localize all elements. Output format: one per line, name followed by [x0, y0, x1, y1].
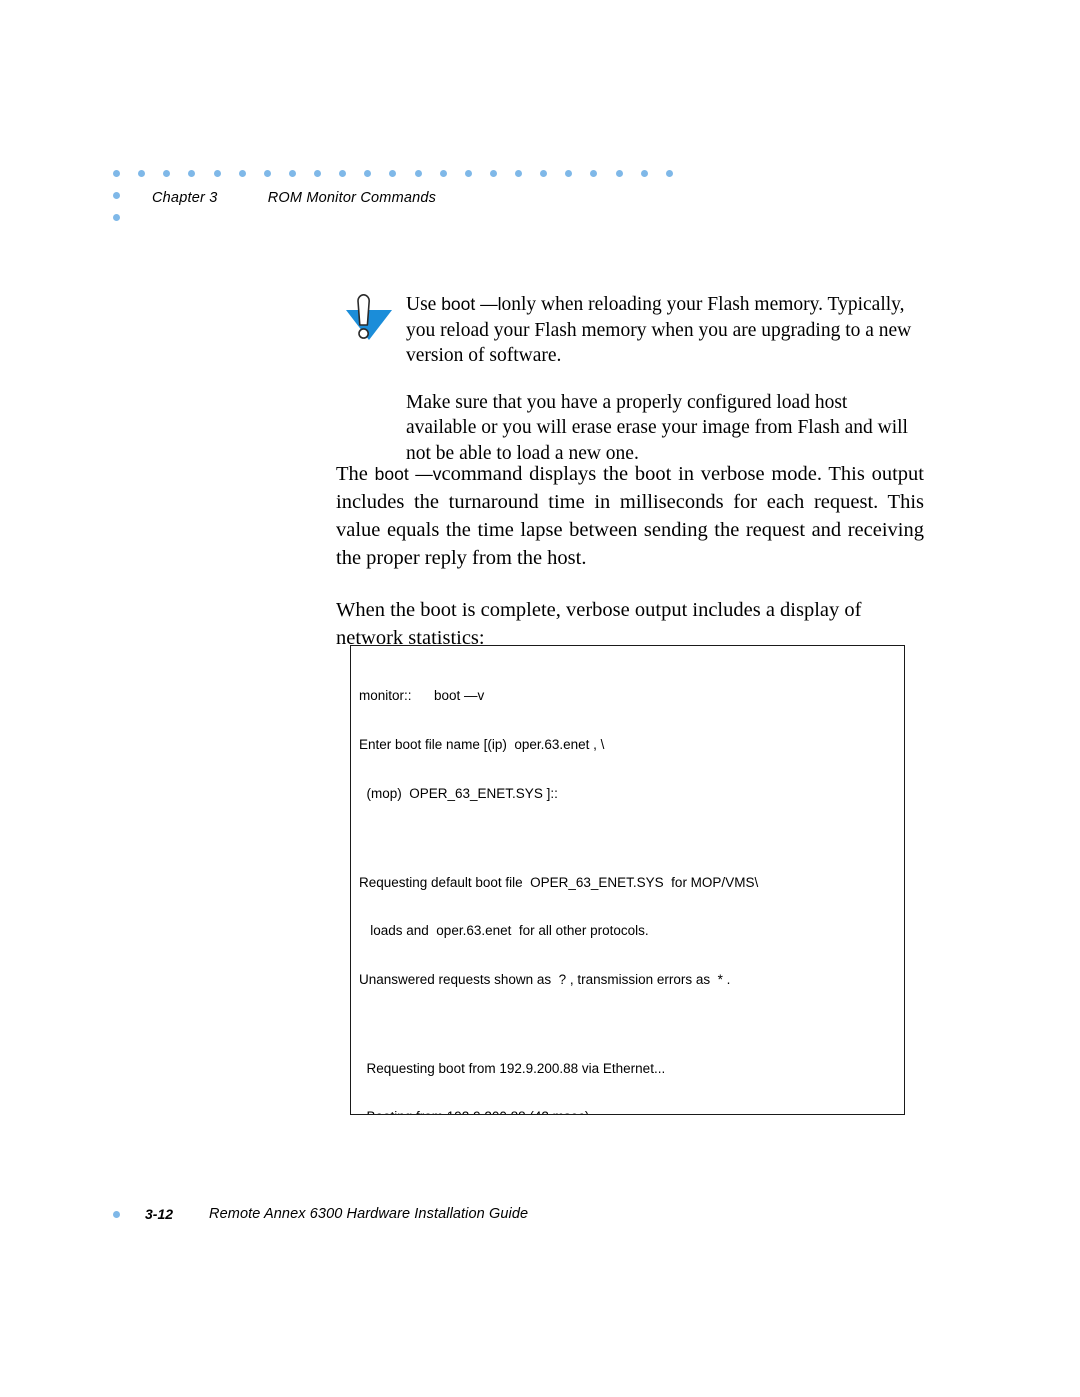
paragraph-verbose-mode: The boot —vcommand displays the boot in …: [336, 460, 924, 572]
header-dot: [414, 169, 422, 177]
header-dot: [138, 169, 146, 177]
header-dot: [339, 169, 347, 177]
header-dot: [163, 169, 171, 177]
chapter-title: ROM Monitor Commands: [267, 190, 437, 206]
header-dot: [238, 169, 246, 177]
warning-triangle-exclamation-icon: [336, 292, 398, 354]
header-dot: [464, 169, 472, 177]
paragraph-network-statistics: When the boot is complete, verbose outpu…: [336, 599, 862, 649]
warning-note-block: Use boot —lonly when reloading your Flas…: [336, 292, 916, 487]
terminal-line: Enter boot file name [(ip) oper.63.enet …: [359, 737, 605, 753]
header-dot: [665, 169, 673, 177]
warning-note-text: Use boot —lonly when reloading your Flas…: [406, 292, 916, 466]
chapter-label: Chapter 3: [152, 190, 218, 206]
terminal-line: (mop) OPER_63_ENET.SYS ]::: [359, 785, 558, 801]
header-dot: [288, 169, 296, 177]
body-paragraphs: The boot —vcommand displays the boot in …: [336, 460, 924, 676]
terminal-line: monitor:: boot —v: [359, 688, 485, 704]
note-paragraph-2: Make sure that you have a properly confi…: [406, 391, 908, 464]
header-dot: [113, 169, 120, 177]
page-footer: 3-12 Remote Annex 6300 Hardware Installa…: [113, 1206, 528, 1222]
header-dot: [640, 169, 648, 177]
note-p1-command: boot —l: [441, 294, 502, 314]
header-dot: [263, 169, 271, 177]
header-dot: [188, 169, 196, 177]
terminal-line: Requesting default boot file OPER_63_ENE…: [359, 874, 759, 890]
verbose-command: boot —v: [374, 464, 442, 484]
header-dot: [565, 169, 573, 177]
footer-dot: [113, 1210, 120, 1218]
terminal-output-text: monitor:: boot —v Enter boot file name […: [351, 646, 904, 1114]
header-dot: [213, 169, 221, 177]
header-side-dot: [113, 214, 120, 221]
note-p1-pre: Use: [406, 294, 442, 315]
header-side-dot: [113, 192, 120, 199]
page-number: 3-12: [145, 1206, 174, 1222]
header-dot: [489, 169, 497, 177]
book-title: Remote Annex 6300 Hardware Installation …: [209, 1206, 529, 1222]
header-dot: [515, 169, 522, 177]
header-dot: [590, 169, 598, 177]
header-dot: [540, 169, 548, 177]
terminal-output-box: monitor:: boot —v Enter boot file name […: [350, 645, 905, 1115]
header-dot: [615, 169, 623, 177]
note-paragraph-1: Use boot —lonly when reloading your Flas…: [406, 292, 916, 369]
header-dot: [314, 169, 321, 177]
breadcrumb: Chapter 3 ROM Monitor Commands: [152, 190, 436, 206]
header-dot: [364, 169, 372, 177]
header-dot-rule: [113, 168, 673, 178]
header-dot: [389, 169, 397, 177]
terminal-line: Booting from 192.9.200.88 (42 msec): [359, 1109, 904, 1114]
terminal-line: Unanswered requests shown as ? , transmi…: [359, 971, 731, 987]
terminal-line: Requesting boot from 192.9.200.88 via Et…: [359, 1060, 666, 1076]
terminal-line: loads and oper.63.enet for all other pro…: [359, 923, 649, 939]
header-dot: [439, 169, 447, 177]
verbose-pre: The: [336, 463, 375, 485]
